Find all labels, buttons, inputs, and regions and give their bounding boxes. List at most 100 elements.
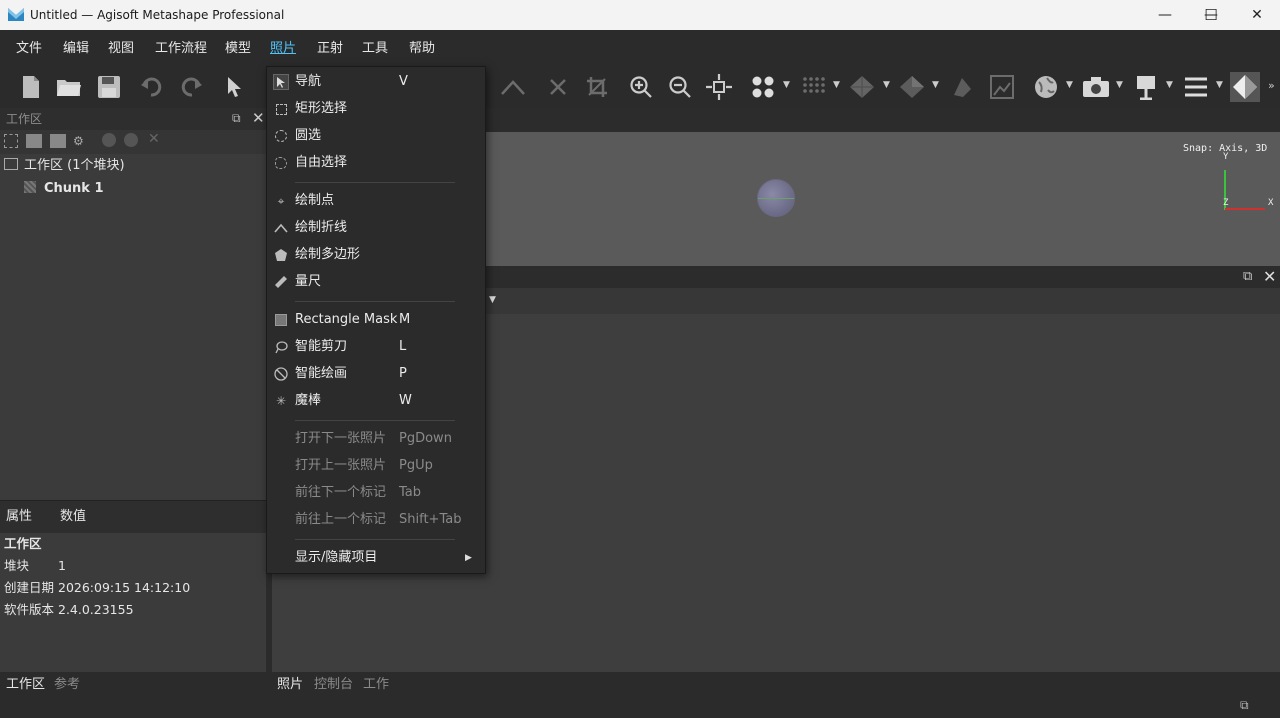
menu-tools[interactable]: 工具 [354, 30, 396, 66]
toolbar-overflow-icon[interactable]: » [1268, 79, 1275, 92]
undo-icon [141, 77, 162, 97]
tab-workspace[interactable]: 工作区 [6, 672, 45, 698]
menu-rectangle-mask[interactable]: Rectangle Mask M [267, 308, 485, 332]
menu-help[interactable]: 帮助 [401, 30, 443, 66]
photos-view-dropdown-icon[interactable]: ▼ [489, 295, 496, 305]
menu-intelligent-paint[interactable]: 智能绘画 P [267, 362, 485, 386]
photo-menu-dropdown: 导航 V 矩形选择 圆选 自由选择 ⌖ 绘制点 绘制折线 绘制多边形 量尺 Re… [266, 66, 486, 574]
delete-selection-button[interactable] [543, 72, 573, 102]
maximize-window-button[interactable]: ☐ [1188, 0, 1234, 30]
tab-values[interactable]: 数值 [60, 501, 86, 533]
menu-free-select[interactable]: 自由选择 [267, 151, 485, 175]
smart-paint-icon [273, 366, 289, 382]
menu-separator [295, 539, 455, 540]
camera-dropdown-icon[interactable]: ▼ [1116, 80, 1123, 90]
tree-chunk-1[interactable]: Chunk 1 [24, 178, 104, 200]
add-chunk-icon[interactable] [4, 134, 18, 148]
mesh-button[interactable] [847, 72, 877, 102]
menu-separator [295, 420, 455, 421]
dense-cloud-dropdown-icon[interactable]: ▼ [833, 80, 840, 90]
tab-properties[interactable]: 属性 [6, 501, 32, 533]
open-file-button[interactable] [54, 72, 84, 102]
textured-dropdown-icon[interactable]: ▼ [932, 80, 939, 90]
draw-polyline-icon [273, 220, 289, 236]
menu-ortho[interactable]: 正射 [309, 30, 351, 66]
menu-circle-select[interactable]: 圆选 [267, 124, 485, 148]
menu-item-shortcut: PgUp [399, 458, 433, 473]
add-photos-icon[interactable] [26, 134, 42, 148]
menu-view[interactable]: 视图 [100, 30, 142, 66]
menu-model[interactable]: 模型 [217, 30, 259, 66]
view-menu-button[interactable] [1181, 72, 1211, 102]
menu-intelligent-scissors[interactable]: 智能剪刀 L [267, 335, 485, 359]
redo-button[interactable] [176, 72, 206, 102]
tab-jobs[interactable]: 工作 [363, 672, 389, 698]
photos-close-icon[interactable]: ✕ [1263, 267, 1276, 286]
tree-workspace-root[interactable]: 工作区 (1个堆块) [4, 155, 125, 177]
menu-edit[interactable]: 编辑 [55, 30, 97, 66]
close-panel-icon[interactable]: ✕ [252, 109, 265, 127]
reset-view-button[interactable] [704, 72, 734, 102]
points-dropdown-icon[interactable]: ▼ [783, 80, 790, 90]
camera-icon [1083, 77, 1109, 97]
photos-float-icon[interactable]: ⧉ [1243, 269, 1252, 284]
zoom-in-button[interactable] [626, 72, 656, 102]
cameras-dropdown-icon[interactable]: ▼ [1166, 80, 1173, 90]
settings-icon[interactable]: ⚙ [73, 134, 84, 148]
undo-button[interactable] [137, 72, 167, 102]
tab-photos[interactable]: 照片 [277, 672, 303, 698]
axis-y-label: Y [1223, 152, 1229, 162]
zoom-in-icon [630, 76, 652, 98]
zoom-out-button[interactable] [665, 72, 695, 102]
cursor-icon [273, 74, 289, 90]
view-menu-dropdown-icon[interactable]: ▼ [1216, 80, 1223, 90]
shading-button[interactable] [1230, 72, 1260, 102]
property-row-created: 创建日期 2026:09:15 14:12:10 [0, 577, 270, 599]
new-file-button[interactable] [16, 72, 46, 102]
menu-magic-wand[interactable]: ✳ 魔棒 W [267, 389, 485, 413]
orthomosaic-button[interactable] [987, 72, 1017, 102]
float-panel-icon[interactable]: ⧉ [232, 111, 241, 126]
menu-item-label: 圆选 [295, 128, 322, 143]
tiled-model-button[interactable] [947, 72, 977, 102]
camera-button[interactable] [1081, 72, 1111, 102]
globe-dropdown-icon[interactable]: ▼ [1066, 80, 1073, 90]
status-network-icon[interactable]: ⧉ [1240, 698, 1249, 713]
show-cameras-button[interactable] [1131, 72, 1161, 102]
globe-button[interactable] [1031, 72, 1061, 102]
navigation-tool-button[interactable] [220, 72, 250, 102]
textured-model-button[interactable] [897, 72, 927, 102]
close-button[interactable]: ✕ [1234, 0, 1280, 30]
tab-reference[interactable]: 参考 [54, 672, 80, 698]
disable-icon[interactable] [124, 133, 138, 147]
submenu-arrow-icon: ▶ [465, 553, 472, 563]
toolbar: ▼ ▼ ▼ ▼ ▼ ▼ ▼ ▼ » [0, 66, 1280, 108]
menu-rect-select[interactable]: 矩形选择 [267, 97, 485, 121]
save-button[interactable] [94, 72, 124, 102]
menu-open-previous-photo: 打开上一张照片 PgUp [267, 454, 485, 478]
remove-icon[interactable]: ✕ [148, 131, 160, 147]
textured-model-icon [900, 76, 924, 98]
show-points-button[interactable] [748, 72, 778, 102]
menu-draw-polygon[interactable]: 绘制多边形 [267, 243, 485, 267]
dense-cloud-button[interactable] [798, 72, 828, 102]
menu-workflow[interactable]: 工作流程 [147, 30, 215, 66]
draw-polyline-tool-button[interactable] [498, 72, 528, 102]
app-logo-icon [8, 8, 24, 21]
minimize-window-button[interactable]: — [1142, 0, 1188, 30]
menu-navigation[interactable]: 导航 V [267, 70, 485, 94]
menu-photo[interactable]: 照片 [262, 30, 304, 66]
menu-file[interactable]: 文件 [8, 30, 50, 66]
menu-draw-point[interactable]: ⌖ 绘制点 [267, 189, 485, 213]
menu-item-label: 绘制折线 [295, 220, 348, 235]
tab-console[interactable]: 控制台 [314, 672, 353, 698]
menu-separator [295, 301, 455, 302]
menu-item-label: 智能剪刀 [295, 339, 348, 354]
menu-show-hide-items[interactable]: 显示/隐藏项目 ▶ [267, 546, 485, 570]
add-folder-icon[interactable] [50, 134, 66, 148]
crop-selection-button[interactable] [582, 72, 612, 102]
mesh-dropdown-icon[interactable]: ▼ [883, 80, 890, 90]
enable-icon[interactable] [102, 133, 116, 147]
menu-draw-polyline[interactable]: 绘制折线 [267, 216, 485, 240]
menu-ruler[interactable]: 量尺 [267, 270, 485, 294]
